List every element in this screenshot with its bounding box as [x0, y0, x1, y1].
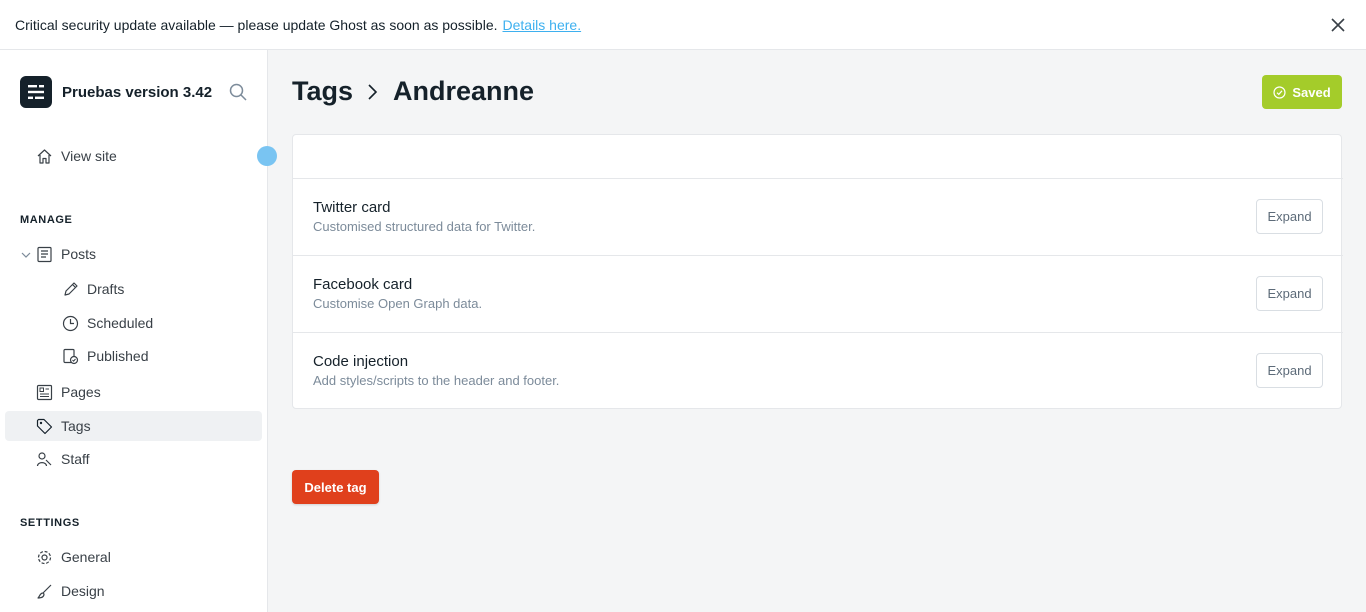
banner-message: Critical security update available — ple…	[15, 16, 498, 33]
check-circle-icon	[1273, 85, 1286, 99]
sidebar-item-label: Scheduled	[87, 315, 154, 331]
sidebar-item-view-site[interactable]: View site	[5, 141, 262, 171]
gear-icon	[37, 550, 52, 565]
ghost-logo-icon[interactable]	[20, 76, 52, 108]
sidebar-item-label: Staff	[61, 451, 90, 467]
sidebar-item-staff[interactable]: Staff	[5, 444, 262, 474]
tag-settings-card: Twitter card Customised structured data …	[292, 134, 1343, 409]
sidebar-item-label: Published	[87, 348, 149, 364]
tag-icon	[36, 418, 53, 435]
section-description: Customise Open Graph data.	[313, 296, 483, 311]
chevron-right-icon	[367, 83, 379, 101]
sidebar-item-tags[interactable]: Tags	[5, 411, 262, 441]
expand-code-injection-button[interactable]: Expand	[1256, 353, 1323, 388]
banner-details-link[interactable]: Details here.	[503, 17, 582, 33]
section-title: Facebook card	[313, 276, 413, 293]
section-description: Add styles/scripts to the header and foo…	[313, 373, 560, 388]
breadcrumb-current: Andreanne	[393, 76, 535, 106]
breadcrumb-tags-link[interactable]: Tags	[292, 76, 353, 107]
home-icon	[37, 149, 52, 164]
sidebar-item-pages[interactable]: Pages	[5, 377, 262, 407]
search-icon[interactable]	[229, 83, 247, 101]
close-icon[interactable]	[1328, 15, 1348, 35]
facebook-card-section: Facebook card Customise Open Graph data.…	[293, 255, 1343, 332]
sidebar-item-drafts[interactable]: Drafts	[5, 274, 262, 304]
sidebar-item-label: General	[61, 549, 111, 565]
clock-icon	[62, 315, 79, 332]
site-name: Pruebas version 3.42	[62, 83, 213, 101]
expand-facebook-button[interactable]: Expand	[1256, 276, 1323, 311]
sidebar-item-label: Pages	[61, 384, 101, 400]
sidebar-item-label: Tags	[61, 418, 91, 434]
sidebar-item-published[interactable]: Published	[5, 341, 262, 371]
saved-button[interactable]: Saved	[1262, 75, 1342, 109]
brush-icon	[37, 584, 52, 599]
delete-tag-button[interactable]: Delete tag	[292, 470, 379, 504]
sidebar-item-label: Design	[61, 583, 105, 599]
section-title: Code injection	[313, 353, 409, 370]
section-description: Customised structured data for Twitter.	[313, 219, 536, 234]
notification-dot	[257, 146, 277, 166]
staff-icon	[36, 452, 52, 467]
manage-heading: MANAGE	[20, 214, 73, 226]
brand: Pruebas version 3.42	[20, 76, 212, 108]
posts-icon	[37, 246, 52, 263]
code-injection-section: Code injection Add styles/scripts to the…	[293, 332, 1343, 409]
sidebar-item-design[interactable]: Design	[5, 576, 262, 606]
update-banner: Critical security update available — ple…	[0, 0, 1366, 50]
pencil-icon	[64, 282, 78, 296]
settings-heading: SETTINGS	[20, 517, 80, 529]
expand-twitter-button[interactable]: Expand	[1256, 199, 1323, 234]
sidebar-item-label: View site	[61, 148, 117, 164]
sidebar-item-label: Posts	[61, 246, 97, 262]
sidebar-item-scheduled[interactable]: Scheduled	[5, 308, 262, 338]
sidebar: Pruebas version 3.42 View site MANAGE Po…	[0, 50, 277, 612]
published-icon	[63, 348, 79, 365]
sidebar-item-label: Drafts	[87, 281, 125, 297]
twitter-card-section: Twitter card Customised structured data …	[293, 178, 1343, 255]
chevron-down-icon[interactable]	[20, 249, 32, 261]
saved-label: Saved	[1292, 84, 1331, 100]
section-title: Twitter card	[313, 199, 391, 216]
sidebar-item-posts[interactable]: Posts	[5, 239, 262, 269]
sidebar-item-general[interactable]: General	[5, 542, 262, 572]
page-title: Tags Andreanne	[292, 76, 534, 107]
pages-icon	[36, 384, 53, 401]
